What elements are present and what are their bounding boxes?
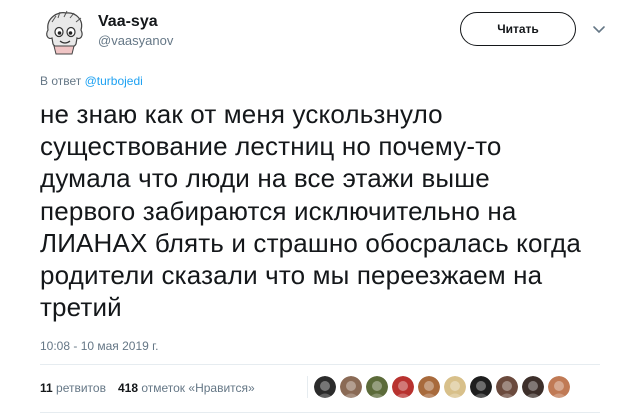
avatar-blonde-icon[interactable] xyxy=(444,376,466,398)
liker-avatars xyxy=(314,376,570,398)
tweet-timestamp[interactable]: 10:08 - 10 мая 2019 г. xyxy=(40,339,158,353)
follow-button[interactable]: Читать xyxy=(460,12,576,46)
likes-stat[interactable]: 418 отметок «Нравится» xyxy=(118,381,255,395)
avatar-logo-icon[interactable] xyxy=(470,376,492,398)
retweets-stat[interactable]: 11 ретвитов xyxy=(40,381,106,395)
tweet-stats: 11 ретвитов 418 отметок «Нравится» xyxy=(40,381,255,395)
avatar-dark-hair-icon[interactable] xyxy=(522,376,544,398)
likes-count: 418 xyxy=(117,381,138,395)
retweets-label: ретвитов xyxy=(56,381,106,395)
avatar-face-icon[interactable] xyxy=(340,376,362,398)
reply-to-link[interactable]: @turbojedi xyxy=(85,74,143,88)
divider xyxy=(40,364,600,365)
reply-context: В ответ @turbojedi xyxy=(40,74,143,88)
reply-prefix: В ответ xyxy=(40,74,85,88)
avatar-portrait-icon[interactable] xyxy=(496,376,518,398)
avatar-red-icon[interactable] xyxy=(392,376,414,398)
user-handle[interactable]: @vaasyanov xyxy=(98,32,173,50)
avatar-last-icon[interactable] xyxy=(548,376,570,398)
user-display-name[interactable]: Vaa-sya xyxy=(98,12,173,32)
stats-separator xyxy=(307,376,308,398)
tweet-text: не знаю как от меня ускользнуло существо… xyxy=(40,99,581,323)
avatar-dark-circle-icon[interactable] xyxy=(314,376,336,398)
user-avatar[interactable] xyxy=(40,8,88,56)
tweet-header: Vaa-sya @vaasyanov Читать xyxy=(28,8,612,56)
chevron-down-icon[interactable] xyxy=(592,22,606,34)
retweets-count: 11 xyxy=(40,381,53,395)
likes-label: отметок «Нравится» xyxy=(141,381,255,395)
divider xyxy=(40,412,600,413)
avatar-colorful-icon[interactable] xyxy=(418,376,440,398)
avatar-art-icon[interactable] xyxy=(366,376,388,398)
